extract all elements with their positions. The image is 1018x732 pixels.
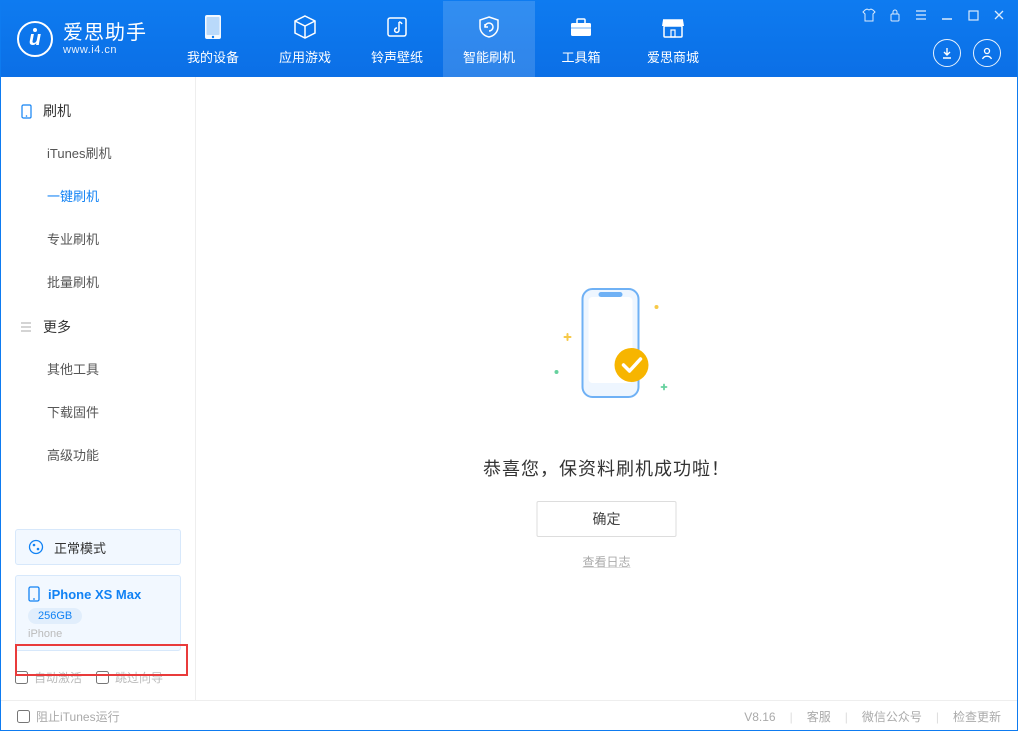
download-button[interactable] [933, 39, 961, 67]
sidebar-section-flash: 刷机 iTunes刷机 一键刷机 专业刷机 批量刷机 [1, 91, 195, 307]
lock-icon[interactable] [887, 7, 903, 23]
nav-label: 铃声壁纸 [371, 47, 423, 66]
phone-icon [19, 104, 33, 119]
sidebar-head-flash[interactable]: 刷机 [1, 91, 195, 131]
nav-label: 我的设备 [187, 47, 239, 66]
footer: 阻止iTunes运行 V8.16 | 客服 | 微信公众号 | 检查更新 [1, 700, 1017, 732]
menu-icon[interactable] [913, 7, 929, 23]
sidebar-item-itunes-flash[interactable]: iTunes刷机 [1, 131, 195, 174]
footer-wechat-link[interactable]: 微信公众号 [862, 708, 922, 725]
footer-update-link[interactable]: 检查更新 [953, 708, 1001, 725]
device-icon [203, 13, 223, 41]
nav-smart-flash[interactable]: 智能刷机 [443, 1, 535, 77]
sidebar-item-advanced[interactable]: 高级功能 [1, 433, 195, 476]
logo-text: 爱思助手 www.i4.cn [63, 22, 147, 56]
sidebar-head-more[interactable]: 更多 [1, 307, 195, 347]
minimize-button[interactable] [939, 7, 955, 23]
nav-label: 爱思商城 [647, 47, 699, 66]
check-label: 自动激活 [34, 669, 82, 686]
view-log-link[interactable]: 查看日志 [582, 553, 630, 570]
mode-icon [28, 539, 44, 555]
phone-outline-icon [28, 586, 40, 602]
list-icon [19, 321, 33, 333]
nav-label: 应用游戏 [279, 47, 331, 66]
check-label: 跳过向导 [115, 669, 163, 686]
device-type: iPhone [28, 628, 168, 640]
check-auto-activate[interactable]: 自动激活 [15, 669, 82, 686]
auto-activate-checkbox[interactable] [15, 671, 28, 684]
main-content: 恭喜您，保资料刷机成功啦！ 确定 查看日志 [196, 77, 1017, 700]
nav-label: 智能刷机 [463, 47, 515, 66]
footer-support-link[interactable]: 客服 [807, 708, 831, 725]
mode-label: 正常模式 [54, 538, 106, 557]
ok-button[interactable]: 确定 [537, 501, 677, 537]
sidebar-item-batch-flash[interactable]: 批量刷机 [1, 260, 195, 303]
sidebar: 刷机 iTunes刷机 一键刷机 专业刷机 批量刷机 更多 其他工具 下载固件 … [1, 77, 196, 700]
device-storage-badge: 256GB [28, 608, 82, 624]
nav-apps-games[interactable]: 应用游戏 [259, 1, 351, 77]
device-card[interactable]: iPhone XS Max 256GB iPhone [15, 575, 181, 651]
check-skip-guide[interactable]: 跳过向导 [96, 669, 163, 686]
sidebar-head-label: 更多 [43, 317, 71, 337]
window-controls [861, 7, 1007, 23]
skip-guide-checkbox[interactable] [96, 671, 109, 684]
main-nav: 我的设备 应用游戏 铃声壁纸 智能刷机 工具箱 爱思商城 [167, 1, 719, 77]
sidebar-head-label: 刷机 [43, 101, 71, 121]
close-button[interactable] [991, 7, 1007, 23]
sidebar-section-more: 更多 其他工具 下载固件 高级功能 [1, 307, 195, 480]
logo-icon: u [17, 21, 53, 57]
nav-store[interactable]: 爱思商城 [627, 1, 719, 77]
success-message: 恭喜您，保资料刷机成功啦！ [483, 455, 730, 481]
sidebar-checks: 自动激活 跳过向导 [1, 657, 195, 700]
sidebar-item-other-tools[interactable]: 其他工具 [1, 347, 195, 390]
app-name: 爱思助手 [63, 22, 147, 44]
cube-icon [292, 13, 318, 41]
refresh-shield-icon [476, 13, 502, 41]
success-panel: 恭喜您，保资料刷机成功啦！ 确定 查看日志 [483, 277, 730, 570]
maximize-button[interactable] [965, 7, 981, 23]
version-label: V8.16 [744, 710, 775, 724]
logo-area: u 爱思助手 www.i4.cn [1, 1, 167, 77]
block-itunes-check[interactable]: 阻止iTunes运行 [17, 708, 120, 725]
sidebar-item-oneclick-flash[interactable]: 一键刷机 [1, 174, 195, 217]
block-itunes-checkbox[interactable] [17, 710, 30, 723]
toolbox-icon [568, 13, 594, 41]
user-button[interactable] [973, 39, 1001, 67]
nav-label: 工具箱 [561, 47, 600, 66]
sidebar-item-download-firmware[interactable]: 下载固件 [1, 390, 195, 433]
app-header: u 爱思助手 www.i4.cn 我的设备 应用游戏 铃声壁纸 智能刷机 工具箱 [1, 1, 1017, 77]
footer-check-label: 阻止iTunes运行 [36, 708, 120, 725]
nav-my-device[interactable]: 我的设备 [167, 1, 259, 77]
nav-toolbox[interactable]: 工具箱 [535, 1, 627, 77]
sidebar-item-pro-flash[interactable]: 专业刷机 [1, 217, 195, 260]
app-url: www.i4.cn [63, 44, 147, 56]
phone-success-illustration [517, 277, 697, 427]
store-icon [660, 13, 686, 41]
tshirt-icon[interactable] [861, 7, 877, 23]
music-icon [385, 13, 409, 41]
header-actions [933, 39, 1001, 67]
app-body: 刷机 iTunes刷机 一键刷机 专业刷机 批量刷机 更多 其他工具 下载固件 … [1, 77, 1017, 700]
nav-ringtone-wallpaper[interactable]: 铃声壁纸 [351, 1, 443, 77]
mode-button[interactable]: 正常模式 [15, 529, 181, 565]
device-name: iPhone XS Max [48, 587, 141, 602]
